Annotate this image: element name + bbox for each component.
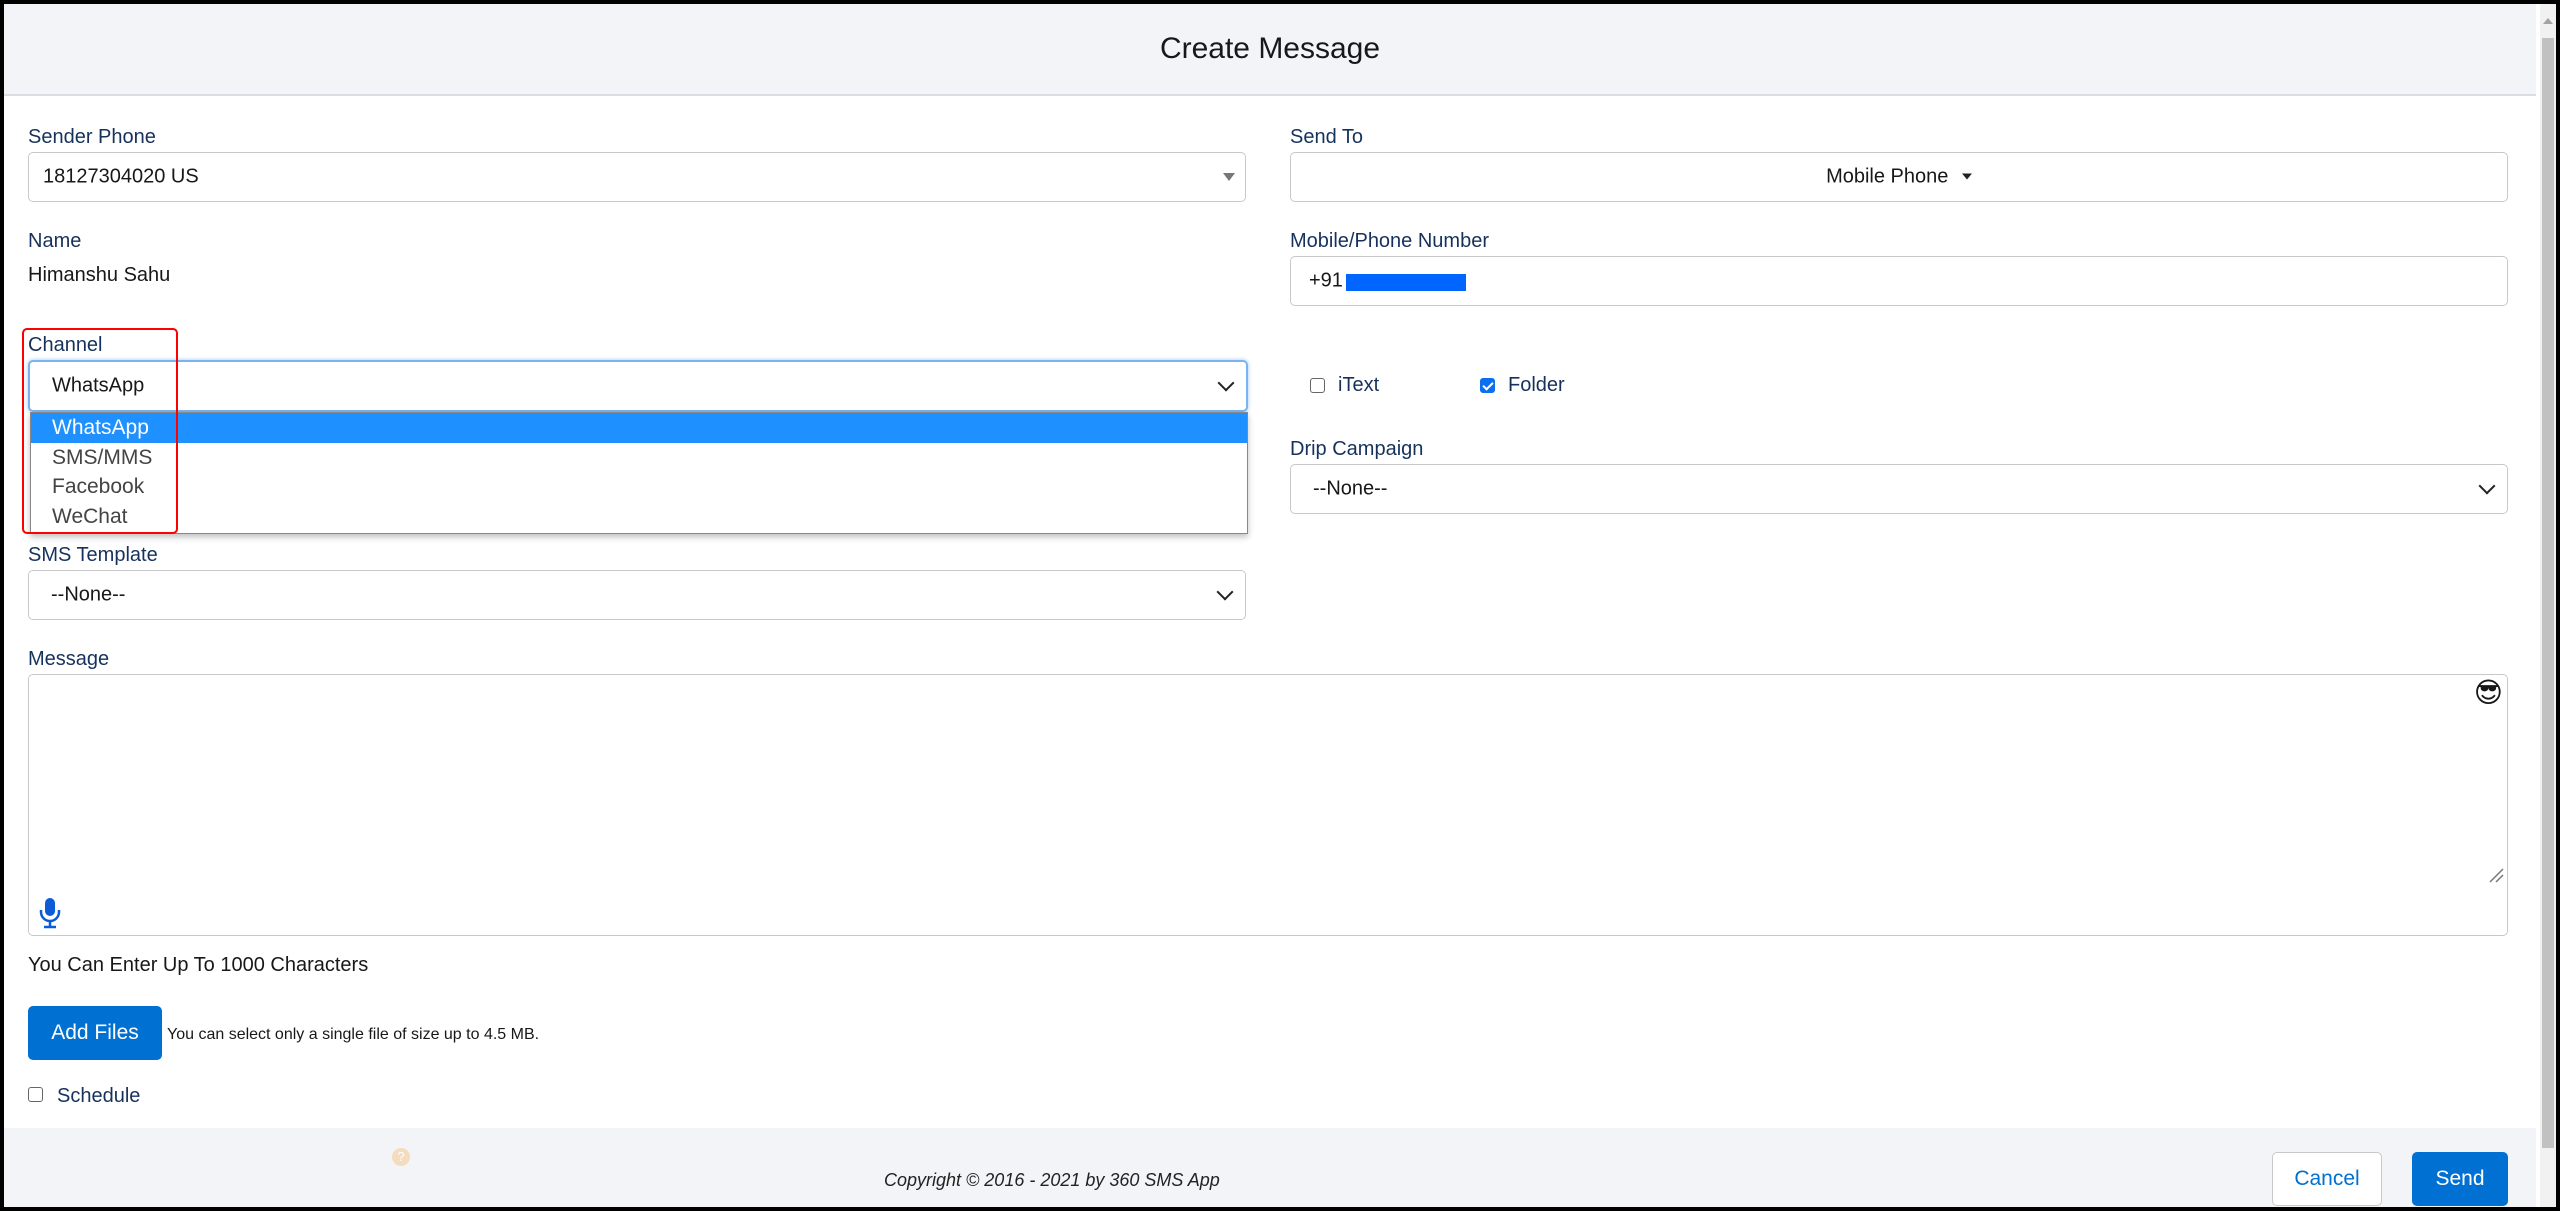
sms-template-label: SMS Template	[28, 544, 158, 566]
send-to-dropdown-button[interactable]: Mobile Phone	[1290, 152, 2508, 202]
file-size-hint: You can select only a single file of siz…	[167, 1026, 540, 1043]
send-button[interactable]: Send	[2412, 1152, 2508, 1206]
caret-down-icon	[1223, 173, 1235, 181]
copyright-text: Copyright © 2016 - 2021 by 360 SMS App	[884, 1170, 1220, 1190]
drip-campaign-select[interactable]: --None--	[1290, 464, 2508, 514]
sender-phone-select[interactable]: 18127304020 US	[28, 152, 1246, 202]
channel-option-wechat[interactable]: WeChat	[31, 502, 1247, 532]
microphone-icon[interactable]	[39, 897, 61, 929]
channel-option-facebook[interactable]: Facebook	[31, 472, 1247, 502]
help-icon[interactable]: ?	[392, 1148, 410, 1166]
modal-title: Create Message	[1159, 32, 1381, 65]
message-label: Message	[28, 648, 110, 670]
channel-option-sms-mms[interactable]: SMS/MMS	[31, 443, 1247, 473]
redacted-phone-digits	[1346, 274, 1466, 291]
channel-option-whatsapp[interactable]: WhatsApp	[31, 413, 1247, 443]
sender-phone-label: Sender Phone	[28, 126, 156, 148]
drip-campaign-value: --None--	[1313, 477, 1388, 500]
modal-header: Create Message	[4, 4, 2536, 96]
add-files-button[interactable]: Add Files	[28, 1006, 162, 1060]
sms-template-select[interactable]: --None--	[28, 570, 1246, 620]
send-to-value: Mobile Phone	[1826, 165, 1949, 188]
chevron-down-icon	[2478, 477, 2496, 495]
name-label: Name	[28, 230, 82, 252]
modal-footer	[4, 1128, 2536, 1207]
schedule-label: Schedule	[57, 1085, 141, 1107]
channel-select[interactable]: WhatsApp	[28, 360, 1248, 412]
scroll-up-arrow-icon[interactable]	[2543, 18, 2553, 24]
mobile-number-label: Mobile/Phone Number	[1290, 230, 1489, 252]
channel-value: WhatsApp	[52, 374, 145, 397]
chevron-down-icon	[1216, 583, 1234, 601]
channel-label: Channel	[28, 334, 103, 356]
name-value: Himanshu Sahu	[28, 264, 171, 286]
itext-label: iText	[1338, 374, 1380, 396]
caret-down-icon	[1961, 173, 1972, 180]
folder-checkbox[interactable]	[1480, 378, 1495, 393]
create-message-modal: Create Message Sender Phone 18127304020 …	[4, 4, 2556, 1207]
vertical-scrollbar[interactable]	[2540, 4, 2556, 1207]
itext-checkbox[interactable]	[1310, 378, 1325, 393]
schedule-checkbox[interactable]	[28, 1087, 43, 1102]
folder-label: Folder	[1508, 374, 1565, 396]
resize-handle-icon[interactable]	[2488, 867, 2504, 883]
emoji-picker-icon[interactable]: 😎	[2474, 679, 2503, 707]
sms-template-value: --None--	[51, 583, 126, 606]
send-to-label: Send To	[1290, 126, 1364, 148]
cancel-button[interactable]: Cancel	[2272, 1152, 2382, 1206]
scrollbar-thumb[interactable]	[2542, 38, 2554, 1148]
drip-campaign-label: Drip Campaign	[1290, 438, 1424, 460]
mobile-number-value: +91	[1309, 269, 1343, 292]
chevron-down-icon	[1217, 374, 1235, 392]
mobile-number-input[interactable]: +91	[1290, 256, 2508, 306]
message-textarea[interactable]: 😎	[28, 674, 2508, 936]
character-limit-text: You Can Enter Up To 1000 Characters	[28, 954, 369, 976]
channel-dropdown-list: WhatsApp SMS/MMS Facebook WeChat	[30, 412, 1248, 534]
sender-phone-value: 18127304020 US	[43, 165, 199, 188]
